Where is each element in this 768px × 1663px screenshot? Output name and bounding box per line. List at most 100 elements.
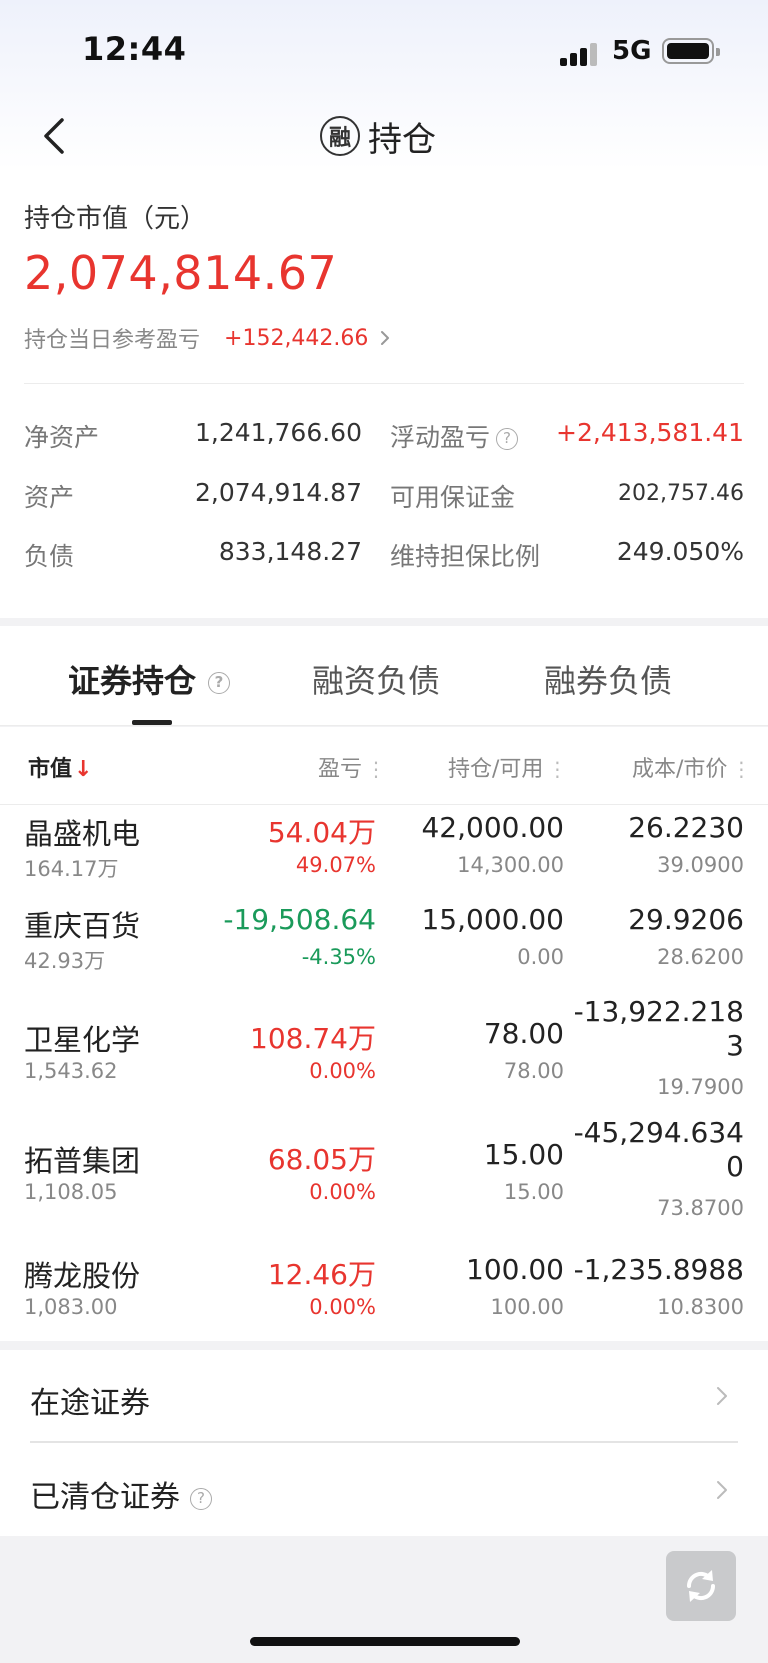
stock-pl: 12.46万 <box>267 1258 376 1291</box>
question-icon[interactable]: ? <box>208 672 231 694</box>
header-pl[interactable]: 盈亏 ⋮ <box>318 751 386 783</box>
stock-pl: 108.74万 <box>250 1022 376 1055</box>
header-market-value[interactable]: 市值↓ <box>28 751 92 783</box>
positions-table: 市值↓ 盈亏 ⋮ 持仓/可用 ⋮ 成本/市价 ⋮ 晶盛机电 164.17万 54.04… <box>0 727 768 1341</box>
tab-financing-liabilities[interactable]: 融资负债 <box>312 656 440 702</box>
stock-pl: 68.05万 <box>267 1143 376 1176</box>
stock-available: 100.00 <box>490 1295 564 1319</box>
sort-down-icon: ↓ <box>74 757 93 782</box>
home-indicator <box>250 1637 520 1646</box>
stock-position: 15.00 <box>483 1138 564 1171</box>
chevron-right-icon <box>717 1481 727 1499</box>
stock-market-value: 1,083.00 <box>24 1295 118 1319</box>
liabilities-value: 833,148.27 <box>218 537 362 566</box>
stock-available: 78.00 <box>503 1059 564 1083</box>
ratio-label: 维持担保比例 <box>390 542 541 571</box>
stock-name: 腾龙股份 <box>24 1259 141 1293</box>
status-time: 12:44 <box>82 30 187 68</box>
stock-name: 重庆百货 <box>24 909 141 943</box>
stock-pl-pct: 0.00% <box>309 1180 376 1204</box>
daily-pl-label: 持仓当日参考盈亏 <box>24 328 201 353</box>
stock-price: 19.7900 <box>657 1075 744 1099</box>
stock-pl-pct: 0.00% <box>309 1059 376 1083</box>
signal-icon <box>560 42 602 66</box>
cleared-label: 已清仓证券? <box>30 1472 212 1516</box>
in-transit-securities-link[interactable]: 在途证券 <box>30 1350 738 1442</box>
stock-available: 0.00 <box>517 945 564 969</box>
refresh-button[interactable] <box>666 1551 736 1621</box>
status-bar: 12:44 5G <box>0 0 768 100</box>
stock-market-value: 1,543.62 <box>24 1059 118 1083</box>
nav-bar: 融 持仓 <box>0 100 768 180</box>
ratio-value: 249.050% <box>616 537 744 566</box>
refresh-icon <box>686 1570 716 1602</box>
tab-securities[interactable]: 证券持仓? <box>68 656 231 702</box>
stock-name: 拓普集团 <box>24 1144 141 1178</box>
stock-cost-wrap: 0 <box>726 1150 744 1183</box>
table-header: 市值↓ 盈亏 ⋮ 持仓/可用 ⋮ 成本/市价 ⋮ <box>0 727 768 805</box>
more-icon: ⋮ <box>731 757 752 781</box>
stock-price: 73.8700 <box>657 1196 744 1220</box>
header-position[interactable]: 持仓/可用 ⋮ <box>448 751 567 783</box>
stock-pl: -19,508.64 <box>223 903 376 936</box>
cleared-securities-link[interactable]: 已清仓证券? <box>30 1444 738 1536</box>
floating-pl-label: 浮动盈亏? <box>390 418 519 454</box>
stock-market-value: 1,108.05 <box>24 1180 118 1204</box>
chevron-right-icon <box>381 331 390 345</box>
stock-pl-pct: -4.35% <box>301 945 376 969</box>
stock-cost: 26.2230 <box>628 811 744 844</box>
links-section: 在途证券 已清仓证券? <box>0 1350 768 1536</box>
stock-cost: -1,235.8988 <box>573 1253 744 1286</box>
stock-pl-pct: 49.07% <box>295 853 376 877</box>
stock-available: 15.00 <box>503 1180 564 1204</box>
header-cost[interactable]: 成本/市价 ⋮ <box>632 751 751 783</box>
margin-label: 可用保证金 <box>390 483 516 512</box>
daily-pl-value: +152,442.66 <box>224 325 369 351</box>
tab-securities-lending-liabilities[interactable]: 融券负债 <box>544 656 672 702</box>
stock-price: 39.0900 <box>657 853 744 877</box>
stock-price: 28.6200 <box>657 945 744 969</box>
net-assets-label: 净资产 <box>24 423 100 452</box>
back-chevron-icon <box>44 118 64 154</box>
net-assets-value: 1,241,766.60 <box>195 418 362 447</box>
stock-name: 卫星化学 <box>24 1023 141 1057</box>
back-button[interactable] <box>38 114 78 158</box>
in-transit-label: 在途证券 <box>30 1386 150 1421</box>
question-icon[interactable]: ? <box>496 428 519 450</box>
table-row[interactable]: 卫星化学 1,543.62 108.74万 0.00% 78.00 78.00 … <box>0 995 768 1115</box>
stock-position: 42,000.00 <box>421 811 564 844</box>
question-icon[interactable]: ? <box>190 1487 212 1510</box>
table-row[interactable]: 晶盛机电 164.17万 54.04万 49.07% 42,000.00 14,… <box>0 811 768 897</box>
active-tab-indicator <box>132 720 172 725</box>
table-row[interactable]: 拓普集团 1,108.05 68.05万 0.00% 15.00 15.00 -… <box>0 1116 768 1236</box>
more-icon: ⋮ <box>366 757 387 781</box>
table-row[interactable]: 腾龙股份 1,083.00 12.46万 0.00% 100.00 100.00… <box>0 1253 768 1339</box>
stock-pl-pct: 0.00% <box>309 1295 376 1319</box>
daily-pl-link[interactable]: 持仓当日参考盈亏 +152,442.66 <box>24 322 392 354</box>
stock-cost: -13,922.218 <box>573 995 744 1028</box>
margin-badge-icon: 融 <box>320 116 360 156</box>
table-row[interactable]: 重庆百货 42.93万 -19,508.64 -4.35% 15,000.00 … <box>0 903 768 989</box>
chevron-right-icon <box>717 1387 727 1405</box>
stock-market-value: 164.17万 <box>24 857 119 881</box>
stock-position: 78.00 <box>483 1017 564 1050</box>
liabilities-label: 负债 <box>24 542 75 571</box>
stock-market-value: 42.93万 <box>24 949 106 973</box>
stock-position: 15,000.00 <box>421 903 564 936</box>
stock-cost: -45,294.634 <box>573 1116 744 1149</box>
network-label: 5G <box>612 36 652 66</box>
stock-cost: 29.9206 <box>628 903 744 936</box>
assets-value: 2,074,914.87 <box>195 478 362 507</box>
page-title-text: 持仓 <box>368 119 436 160</box>
stock-pl: 54.04万 <box>267 816 376 849</box>
stock-cost-wrap: 3 <box>726 1029 744 1062</box>
battery-icon <box>662 38 720 64</box>
margin-value: 202,757.46 <box>618 481 744 506</box>
assets-label: 资产 <box>24 483 75 512</box>
stock-available: 14,300.00 <box>457 853 564 877</box>
page-title: 融 持仓 <box>320 114 436 160</box>
stock-position: 100.00 <box>466 1253 564 1286</box>
divider <box>30 1441 738 1443</box>
market-value-label: 持仓市值（元） <box>24 204 207 234</box>
stock-price: 10.8300 <box>657 1295 744 1319</box>
